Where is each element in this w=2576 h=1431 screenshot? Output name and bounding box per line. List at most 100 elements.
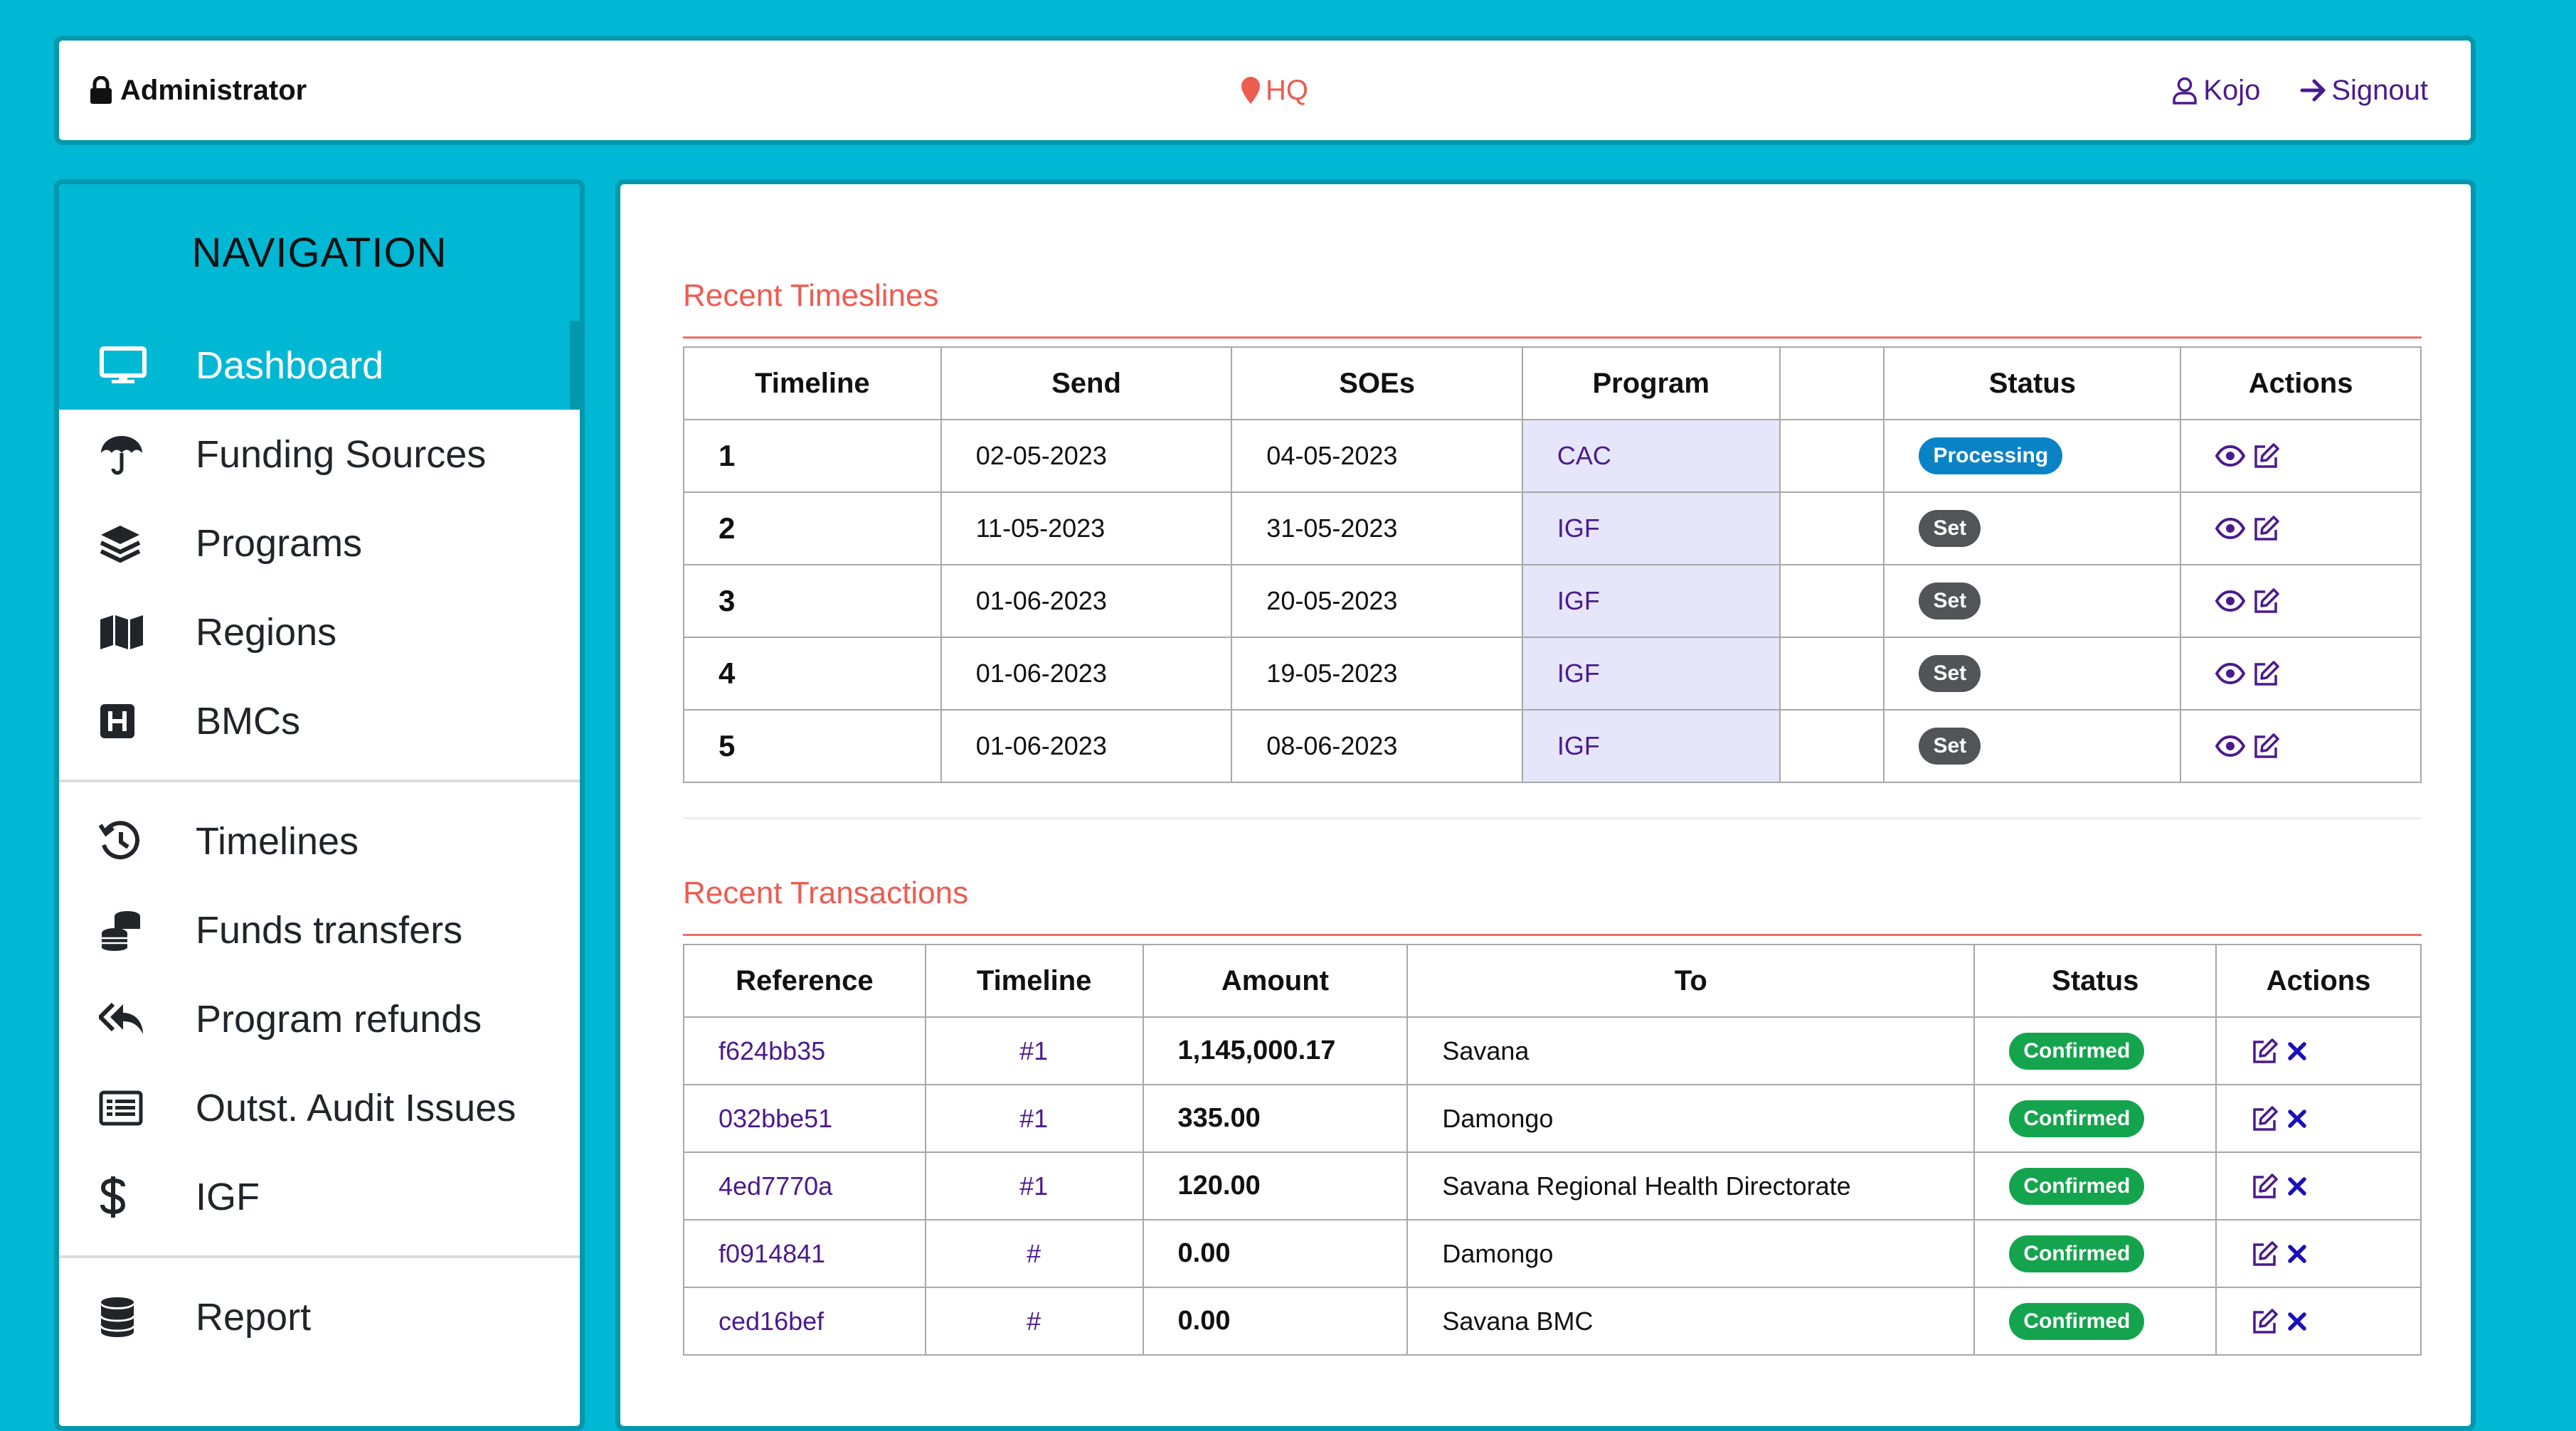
status-badge: Processing	[1919, 437, 2063, 474]
edit-icon[interactable]	[2251, 1037, 2279, 1065]
top-bar: Administrator HQ Kojo Signout	[54, 36, 2476, 145]
status-cell: Confirmed	[1973, 1016, 2217, 1085]
edit-icon[interactable]	[2252, 514, 2281, 543]
navigation-title: NAVIGATION	[59, 184, 580, 321]
nav-item-igf[interactable]: IGF	[59, 1152, 580, 1241]
column-header: Status	[1883, 346, 2182, 420]
main-panel: Recent Timeslines Timeline Send SOEs Pro…	[615, 179, 2476, 1431]
map-icon	[99, 614, 170, 651]
status-badge: Confirmed	[2009, 1302, 2145, 1340]
actions-cell	[2180, 564, 2422, 638]
status-badge: Confirmed	[2009, 1032, 2145, 1070]
edit-icon[interactable]	[2252, 587, 2281, 615]
database-icon	[99, 1296, 170, 1339]
status-badge: Confirmed	[2009, 1167, 2145, 1205]
nav-item-timelines[interactable]: Timelines	[59, 797, 580, 885]
program-cell: CAC	[1521, 419, 1781, 493]
column-header: Reference	[683, 944, 926, 1018]
timeline-link[interactable]: #1	[924, 1151, 1144, 1220]
edit-icon[interactable]	[2251, 1172, 2279, 1201]
status-badge: Confirmed	[2009, 1100, 2145, 1137]
program-cell: IGF	[1521, 637, 1781, 711]
list-alt-icon	[99, 1090, 170, 1126]
dollar-icon	[99, 1175, 170, 1219]
timeline-link[interactable]: #1	[924, 1016, 1144, 1085]
edit-icon[interactable]	[2252, 732, 2281, 760]
role-label: Administrator	[120, 74, 307, 106]
history-icon	[99, 820, 170, 862]
column-header: Program	[1521, 346, 1781, 420]
reference-link[interactable]: ced16bef	[683, 1287, 926, 1356]
nav-item-outst-audit-issues[interactable]: Outst. Audit Issues	[59, 1063, 580, 1152]
section-separator	[683, 817, 2422, 819]
user-profile-link[interactable]: Kojo	[2172, 75, 2260, 107]
status-badge: Set	[1919, 582, 1981, 619]
actions-group	[2215, 659, 2419, 688]
timelines-section-title: Recent Timeslines	[683, 278, 939, 313]
delete-icon[interactable]	[2286, 1311, 2308, 1332]
column-header: Timeline	[683, 346, 942, 420]
delete-icon[interactable]	[2286, 1243, 2308, 1265]
status-badge: Confirmed	[2009, 1235, 2145, 1272]
timeline-link[interactable]: #1	[924, 1084, 1144, 1153]
view-icon[interactable]	[2215, 663, 2246, 684]
nav-item-program-refunds[interactable]: Program refunds	[59, 974, 580, 1063]
empty-cell	[1779, 419, 1885, 493]
edit-icon[interactable]	[2251, 1105, 2279, 1133]
view-icon[interactable]	[2215, 445, 2246, 467]
edit-icon[interactable]	[2251, 1240, 2279, 1268]
amount-cell: 0.00	[1142, 1219, 1409, 1288]
reference-link[interactable]: f0914841	[683, 1219, 926, 1288]
delete-icon[interactable]	[2286, 1176, 2308, 1197]
monitor-icon	[99, 346, 170, 385]
program-cell: IGF	[1521, 491, 1781, 565]
actions-group	[2251, 1037, 2419, 1065]
nav-item-regions[interactable]: Regions	[59, 587, 580, 676]
timeline-link[interactable]: #	[924, 1287, 1144, 1356]
view-icon[interactable]	[2215, 735, 2246, 757]
soes-date-cell: 19-05-2023	[1231, 637, 1523, 711]
delete-icon[interactable]	[2286, 1041, 2308, 1062]
lock-icon	[89, 76, 113, 105]
umbrella-icon	[99, 433, 170, 476]
amount-cell: 120.00	[1142, 1151, 1409, 1220]
status-cell: Set	[1883, 491, 2182, 565]
status-cell: Processing	[1883, 419, 2182, 493]
nav-item-funds-transfers[interactable]: Funds transfers	[59, 885, 580, 974]
program-cell: IGF	[1521, 709, 1781, 783]
status-cell: Confirmed	[1973, 1151, 2217, 1220]
column-header: Status	[1973, 944, 2217, 1018]
timeline-link[interactable]: #	[924, 1219, 1144, 1288]
edit-icon[interactable]	[2252, 442, 2281, 470]
edit-icon[interactable]	[2251, 1307, 2279, 1336]
signout-link[interactable]: Signout	[2300, 75, 2428, 107]
delete-icon[interactable]	[2286, 1108, 2308, 1129]
section-rule	[683, 934, 2422, 936]
reference-link[interactable]: f624bb35	[683, 1016, 926, 1085]
transactions-section-title: Recent Transactions	[683, 876, 969, 910]
reference-link[interactable]: 032bbe51	[683, 1084, 926, 1153]
nav-item-funding-sources[interactable]: Funding Sources	[59, 410, 580, 499]
edit-icon[interactable]	[2252, 659, 2281, 688]
nav-item-bmcs[interactable]: BMCs	[59, 676, 580, 765]
actions-cell	[2215, 1084, 2422, 1153]
timeline-cell: 1	[683, 419, 942, 493]
nav-label: Outst. Audit Issues	[196, 1086, 516, 1129]
amount-cell: 0.00	[1142, 1287, 1409, 1356]
actions-cell	[2180, 491, 2422, 565]
status-cell: Set	[1883, 564, 2182, 638]
actions-group	[2215, 732, 2419, 760]
view-icon[interactable]	[2215, 590, 2246, 612]
nav-item-dashboard[interactable]: Dashboard	[59, 321, 580, 410]
table-row: 3 01-06-2023 20-05-2023 IGF Set	[683, 564, 2422, 638]
column-header: Timeline	[924, 944, 1144, 1018]
actions-group	[2251, 1307, 2419, 1336]
nav-label: Funds transfers	[196, 908, 463, 952]
role-indicator: Administrator	[89, 41, 307, 140]
nav-item-report[interactable]: Report	[59, 1272, 580, 1361]
actions-group	[2215, 442, 2419, 470]
reference-link[interactable]: 4ed7770a	[683, 1151, 926, 1220]
nav-item-programs[interactable]: Programs	[59, 499, 580, 587]
actions-group	[2251, 1172, 2419, 1201]
view-icon[interactable]	[2215, 518, 2246, 539]
